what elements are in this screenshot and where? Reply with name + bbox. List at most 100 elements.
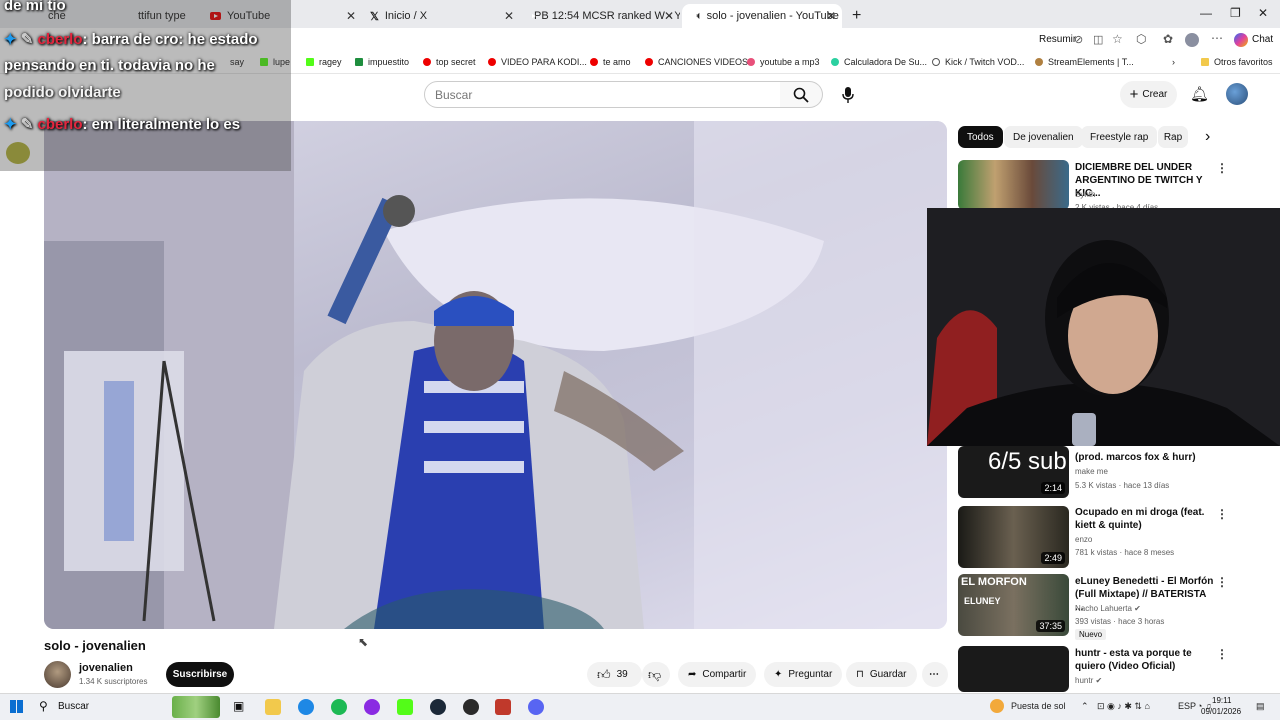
channel-name[interactable]: jovenalien xyxy=(79,662,133,674)
subscribe-button[interactable]: Suscribirse xyxy=(166,662,234,687)
steam-icon[interactable] xyxy=(430,699,446,715)
dislike-button[interactable]: 👎︎ xyxy=(642,662,670,687)
tab-x[interactable]: 𝕏 Inicio / X ✕ xyxy=(362,4,520,28)
bookmark-top-secret[interactable]: top secret xyxy=(423,57,476,67)
more-actions-button[interactable]: ⋯ xyxy=(922,662,948,687)
resume-button[interactable]: Resumir xyxy=(1039,34,1076,45)
rec-title[interactable]: (prod. marcos fox & hurr) xyxy=(1075,451,1215,464)
search-input[interactable]: Buscar xyxy=(424,81,781,108)
chip-rap[interactable]: Rap xyxy=(1158,126,1188,148)
bookmark-te-amo[interactable]: te amo xyxy=(590,57,631,67)
discord-icon[interactable] xyxy=(528,699,544,715)
emote-icon xyxy=(6,142,30,164)
new-badge: Nuevo xyxy=(1075,629,1107,640)
rec-channel[interactable]: Nacho Lahuerta ✔︎ xyxy=(1075,604,1141,613)
tab-solo-active[interactable]: 🔈︎ solo - jovenalien - YouTube ✕ xyxy=(682,4,842,28)
bookmark-video-kodi[interactable]: VIDEO PARA KODI... xyxy=(488,57,587,67)
bookmark-canciones[interactable]: CANCIONES VIDEOS xyxy=(645,57,748,67)
tab-mcsr[interactable]: PB 12:54 MCSR ranked W - YouTu✕ xyxy=(520,4,680,28)
close-window-icon[interactable]: ✕ xyxy=(1258,6,1268,20)
tray-icons[interactable]: ⊡ ◉ ♪ ✱ ⇅ ⌂ xyxy=(1097,701,1150,712)
ask-button[interactable]: ✦ Preguntar xyxy=(764,662,843,687)
bell-icon[interactable]: 🔔︎ xyxy=(1190,85,1209,103)
rec-title[interactable]: Ocupado en mi droga (feat. kiett & quint… xyxy=(1075,506,1215,532)
app-c-icon[interactable] xyxy=(364,699,380,715)
copilot-icon[interactable] xyxy=(1234,33,1248,47)
taskbar-search[interactable]: Buscar xyxy=(58,701,89,712)
notification-icon[interactable]: ▤ xyxy=(1256,701,1265,712)
close-icon[interactable]: ✕ xyxy=(504,9,514,23)
edge-icon[interactable] xyxy=(298,699,314,715)
video-player[interactable] xyxy=(44,121,947,629)
rec-channel[interactable]: make me xyxy=(1075,467,1108,476)
bookmark-ragey[interactable]: ragey xyxy=(306,57,342,67)
more-icon: ⋯ xyxy=(929,669,939,680)
plus-icon: + xyxy=(1129,86,1139,103)
kick-icon[interactable] xyxy=(397,699,413,715)
clock-time[interactable]: 19:11 xyxy=(1212,696,1231,705)
account-avatar[interactable] xyxy=(1226,83,1248,105)
rec-title[interactable]: DICIEMBRE DEL UNDER ARGENTINO DE TWITCH … xyxy=(1075,161,1215,200)
create-button[interactable]: + Crear xyxy=(1120,81,1177,108)
star-icon[interactable]: ☆ xyxy=(1112,32,1123,46)
search-button[interactable] xyxy=(780,81,823,108)
chevron-up-icon[interactable]: ⌃ xyxy=(1081,701,1089,712)
windows-start-icon[interactable] xyxy=(10,700,23,713)
kebab-menu-icon[interactable]: ⋮ xyxy=(1216,507,1228,521)
chevron-right-icon[interactable]: › xyxy=(1172,57,1175,67)
chip-freestyle-rap[interactable]: Freestyle rap xyxy=(1081,126,1158,148)
more-icon[interactable]: ⋯ xyxy=(1211,31,1223,45)
kebab-menu-icon[interactable]: ⋮ xyxy=(1216,161,1228,175)
profile-avatar[interactable] xyxy=(1185,33,1199,47)
chip-todos[interactable]: Todos xyxy=(958,126,1003,148)
share-button[interactable]: ➦ Compartir xyxy=(678,662,757,687)
reader-icon[interactable]: ⊘ xyxy=(1074,33,1083,46)
rec-thumbnail[interactable] xyxy=(958,646,1069,692)
extensions-icon[interactable]: ⬡ xyxy=(1136,32,1146,46)
bookmark-otros-favoritos[interactable]: Otros favoritos xyxy=(1201,57,1273,67)
webcam-overlay-text: 6/5 sub xyxy=(988,448,1067,475)
bookmark-calculadora[interactable]: Calculadora De Su... xyxy=(831,57,927,67)
close-icon[interactable]: ✕ xyxy=(346,9,356,23)
windows-taskbar: ⚲ Buscar ▣ Puesta de sol ⌃ ⊡ ◉ ♪ ✱ ⇅ ⌂ E… xyxy=(0,693,1280,720)
rec-thumbnail[interactable]: 2:49 xyxy=(958,506,1069,568)
bookmark-impuestito[interactable]: impuestito xyxy=(355,57,409,67)
minimize-icon[interactable]: — xyxy=(1200,6,1212,20)
favorites-icon[interactable]: ✿ xyxy=(1163,32,1173,46)
new-tab-button[interactable]: + xyxy=(844,4,864,28)
voice-search-button[interactable] xyxy=(834,81,861,108)
app-red-icon[interactable] xyxy=(495,699,511,715)
kebab-menu-icon[interactable]: ⋮ xyxy=(1216,647,1228,661)
bookmark-youtube-mp3[interactable]: youtube a mp3 xyxy=(747,57,820,67)
bluesky-icon: ✦ xyxy=(4,31,21,48)
chip-de-jovenalien[interactable]: De jovenalien xyxy=(1004,126,1083,148)
split-icon[interactable]: ◫ xyxy=(1093,33,1103,46)
rec-thumbnail[interactable]: EL MORFON ELUNEY 37:35 xyxy=(958,574,1069,636)
duration-badge: 37:35 xyxy=(1036,620,1065,632)
channel-avatar[interactable] xyxy=(44,661,71,688)
bookmark-kick-twitch[interactable]: Kick / Twitch VOD... xyxy=(932,57,1024,67)
duration-badge: 2:49 xyxy=(1041,552,1065,564)
like-button[interactable]: 👍︎ 39 xyxy=(587,662,642,687)
weather-label[interactable]: Puesta de sol xyxy=(1011,701,1066,711)
rec-thumbnail[interactable] xyxy=(958,160,1069,210)
rec-thumbnail[interactable]: 6/5 sub 2:14 xyxy=(958,446,1069,498)
close-icon[interactable]: ✕ xyxy=(826,9,836,23)
rec-title[interactable]: huntr - esta va porque te quiero (Video … xyxy=(1075,647,1215,673)
restore-icon[interactable]: ❐ xyxy=(1230,6,1241,20)
close-icon[interactable]: ✕ xyxy=(664,9,674,23)
obs-icon[interactable] xyxy=(463,699,479,715)
chat-button[interactable]: Chat xyxy=(1252,34,1273,45)
bookmark-streamelements[interactable]: StreamElements | T... xyxy=(1035,57,1134,67)
task-view-icon[interactable]: ▣ xyxy=(233,699,244,713)
rec-channel[interactable]: enzo xyxy=(1075,535,1092,544)
rec-channel[interactable]: huntr ✔︎ xyxy=(1075,676,1102,685)
kebab-menu-icon[interactable]: ⋮ xyxy=(1216,575,1228,589)
language-indicator[interactable]: ESP xyxy=(1178,701,1196,711)
save-button[interactable]: ⊓ Guardar xyxy=(846,662,917,687)
file-explorer-icon[interactable] xyxy=(265,699,281,715)
spotify-icon[interactable] xyxy=(331,699,347,715)
rec-channel[interactable]: Synth xyxy=(1075,190,1095,199)
chevron-right-icon[interactable]: › xyxy=(1205,128,1210,146)
clock-date[interactable]: 09/01/2026 xyxy=(1201,707,1241,716)
